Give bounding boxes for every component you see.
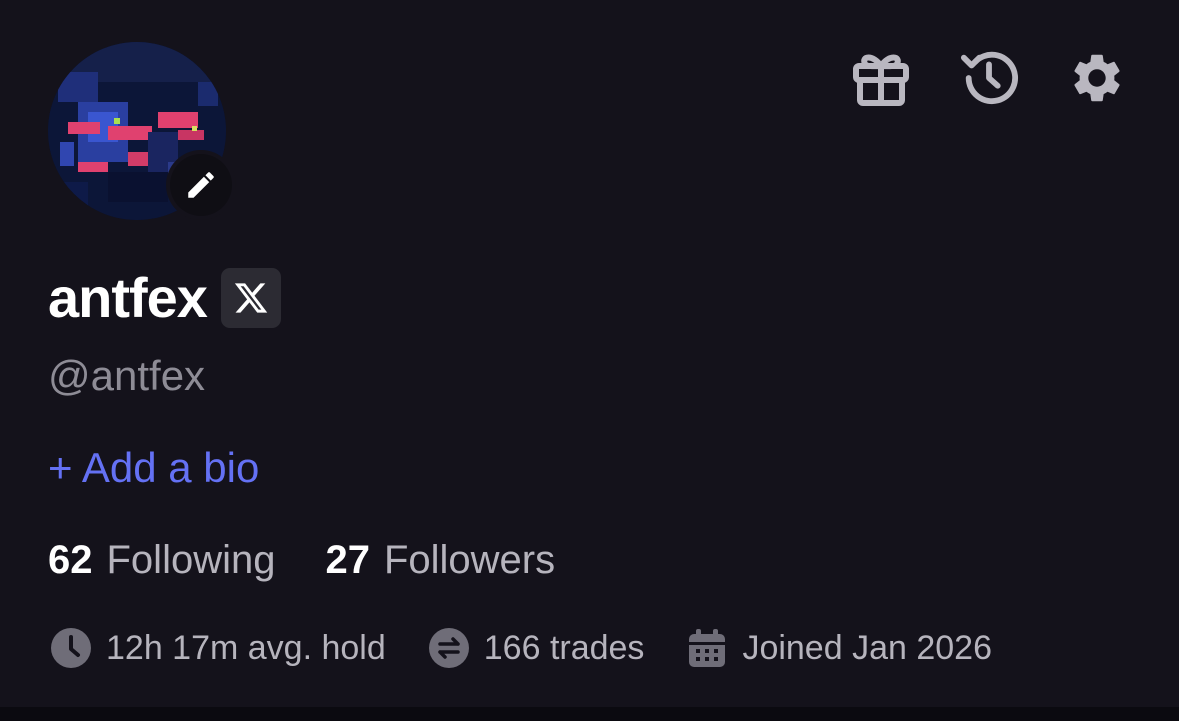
calendar-icon	[684, 625, 730, 671]
x-account-badge[interactable]	[220, 268, 281, 328]
following-link[interactable]: 62 Following	[48, 534, 275, 586]
name-row: antfex	[48, 266, 281, 330]
edit-avatar-button[interactable]	[166, 150, 236, 220]
swap-icon	[426, 625, 472, 671]
trading-stats: 12h 17m avg. hold 166 trades Joined Jan …	[48, 624, 992, 672]
follow-stats: 62 Following 27 Followers	[48, 534, 555, 586]
joined-stat: Joined Jan 2026	[684, 624, 992, 672]
followers-link[interactable]: 27 Followers	[325, 534, 555, 586]
header-actions	[851, 48, 1127, 108]
bottom-divider	[0, 707, 1179, 721]
add-bio-link[interactable]: + Add a bio	[48, 442, 259, 494]
followers-count: 27	[325, 538, 370, 582]
settings-button[interactable]	[1067, 48, 1127, 108]
trades-stat: 166 trades	[426, 624, 645, 672]
history-icon	[960, 51, 1019, 105]
gear-icon	[1074, 54, 1120, 102]
avg-hold-stat: 12h 17m avg. hold	[48, 624, 386, 672]
followers-label: Followers	[383, 538, 556, 582]
edit-avatar-button-inner	[170, 154, 232, 216]
profile-avatar-container	[48, 42, 236, 224]
following-count: 62	[48, 538, 93, 582]
clock-icon	[48, 625, 94, 671]
gift-button[interactable]	[851, 48, 911, 108]
following-label: Following	[106, 538, 276, 582]
pencil-icon	[188, 172, 214, 198]
display-name: antfex	[48, 266, 208, 329]
avg-hold-text: 12h 17m avg. hold	[106, 629, 386, 667]
history-button[interactable]	[959, 48, 1019, 108]
trades-text: 166 trades	[483, 629, 645, 667]
x-logo-icon	[234, 283, 268, 313]
joined-text: Joined Jan 2026	[742, 629, 992, 667]
username-handle: @antfex	[48, 352, 206, 399]
gift-icon	[853, 54, 909, 106]
